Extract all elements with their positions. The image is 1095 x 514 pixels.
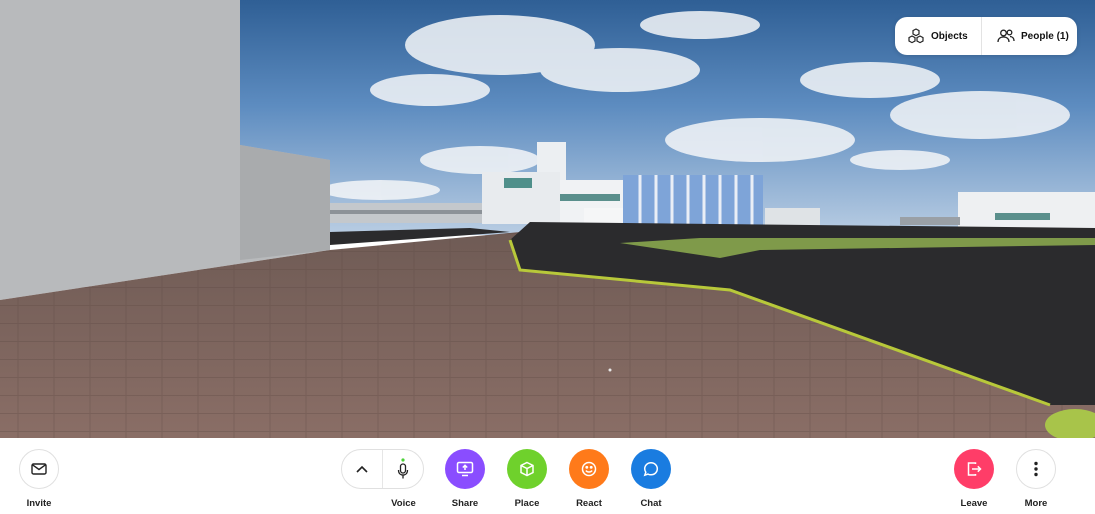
mail-icon: [31, 463, 47, 475]
3d-scene: [0, 0, 1095, 438]
screen-share-icon: [456, 461, 474, 477]
more-label: More: [1024, 498, 1048, 509]
react-label: React: [576, 498, 602, 509]
people-button[interactable]: People (1): [982, 17, 1069, 55]
place-button[interactable]: [507, 449, 547, 489]
voice-control: [341, 449, 424, 489]
voice-label: Voice: [391, 498, 416, 509]
3d-world-viewport[interactable]: [0, 0, 1095, 438]
cube-icon: [520, 461, 534, 477]
chat-item: Chat: [621, 449, 681, 509]
place-label: Place: [514, 498, 540, 509]
cubes-icon: [908, 28, 924, 44]
voice-button[interactable]: [383, 450, 423, 488]
expand-button[interactable]: [342, 450, 382, 488]
people-label: People (1): [1021, 30, 1069, 42]
share-button[interactable]: [445, 449, 485, 489]
share-label: Share: [451, 498, 479, 509]
exit-icon: [967, 462, 982, 476]
place-item: Place: [497, 449, 557, 509]
more-item: More: [1006, 449, 1066, 509]
more-vertical-icon: [1034, 461, 1038, 477]
microphone-icon: [397, 458, 409, 479]
bottom-toolbar: Invite Voice Share Place React Chat Leav…: [0, 438, 1095, 514]
leave-item: Leave: [944, 449, 1004, 509]
people-icon: [997, 29, 1015, 43]
objects-label: Objects: [931, 30, 968, 42]
react-button[interactable]: [569, 449, 609, 489]
react-item: React: [559, 449, 619, 509]
invite-item: Invite: [9, 449, 69, 509]
chat-button[interactable]: [631, 449, 671, 489]
invite-label: Invite: [26, 498, 52, 509]
objects-button[interactable]: Objects: [895, 17, 981, 55]
smiley-icon: [581, 461, 597, 477]
invite-button[interactable]: [19, 449, 59, 489]
building-right: [958, 192, 1095, 230]
leave-button[interactable]: [954, 449, 994, 489]
voice-indicator: [401, 458, 405, 462]
chevron-up-icon: [356, 465, 368, 473]
more-button[interactable]: [1016, 449, 1056, 489]
chat-bubble-icon: [643, 462, 659, 477]
blue-silos: [623, 175, 763, 227]
top-right-controls: Objects People (1): [895, 17, 1077, 55]
share-item: Share: [435, 449, 495, 509]
leave-label: Leave: [960, 498, 988, 509]
chat-label: Chat: [640, 498, 662, 509]
